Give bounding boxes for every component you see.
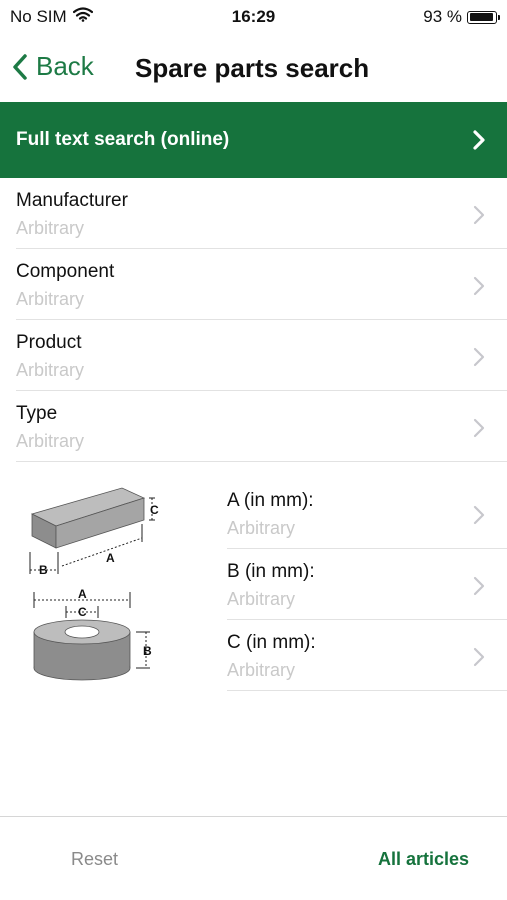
- dimension-row-c[interactable]: C (in mm): Arbitrary: [227, 620, 507, 691]
- filter-value: Arbitrary: [16, 431, 85, 451]
- filter-row-product[interactable]: Product Arbitrary: [16, 320, 507, 391]
- chevron-right-icon: [473, 276, 485, 296]
- dimension-label: A (in mm):: [227, 490, 314, 511]
- filter-value: Arbitrary: [16, 218, 85, 238]
- ring-label-c: C: [78, 605, 87, 619]
- dimension-value: Arbitrary: [227, 518, 296, 538]
- bottom-toolbar: Reset All articles: [0, 816, 507, 900]
- dimension-row-b[interactable]: B (in mm): Arbitrary: [227, 549, 507, 620]
- filter-row-component[interactable]: Component Arbitrary: [16, 249, 507, 320]
- filter-label: Type: [16, 403, 58, 424]
- status-right: 93 %: [423, 7, 500, 27]
- battery-icon: [467, 10, 500, 24]
- full-text-search-label: Full text search (online): [16, 129, 230, 150]
- navigation-bar: Back Spare parts search: [0, 34, 507, 102]
- reset-button[interactable]: Reset: [71, 849, 118, 870]
- filter-row-type[interactable]: Type Arbitrary: [16, 391, 507, 462]
- back-button[interactable]: Back: [12, 51, 94, 82]
- block-label-c: C: [150, 503, 159, 517]
- chevron-right-icon: [473, 418, 485, 438]
- chevron-right-icon: [473, 647, 485, 667]
- dimension-value: Arbitrary: [227, 589, 296, 609]
- chevron-right-icon: [473, 347, 485, 367]
- filter-label: Manufacturer: [16, 190, 128, 211]
- page-title: Spare parts search: [135, 53, 370, 83]
- chevron-right-icon: [473, 505, 485, 525]
- filter-value: Arbitrary: [16, 360, 85, 380]
- back-label: Back: [36, 51, 94, 81]
- ring-diagram: [33, 592, 150, 681]
- battery-tip: [498, 14, 500, 20]
- chevron-left-icon: [13, 53, 27, 80]
- dimension-row-a[interactable]: A (in mm): Arbitrary: [227, 478, 507, 549]
- filter-label: Component: [16, 261, 115, 282]
- dimension-illustration: C B A A C B: [29, 487, 159, 681]
- chevron-right-icon: [473, 576, 485, 596]
- ring-label-a: A: [78, 587, 87, 601]
- dimension-label: B (in mm):: [227, 561, 315, 582]
- battery-fill: [469, 13, 493, 21]
- dimension-value: Arbitrary: [227, 660, 296, 680]
- dimension-label: C (in mm):: [227, 632, 316, 653]
- status-bar: No SIM 16:29 93 %: [0, 0, 507, 34]
- full-text-search-button[interactable]: Full text search (online): [0, 102, 507, 178]
- filter-label: Product: [16, 332, 82, 353]
- block-diagram: [29, 487, 155, 574]
- block-label-a: A: [106, 551, 115, 565]
- chevron-right-icon: [473, 205, 485, 225]
- filter-value: Arbitrary: [16, 289, 85, 309]
- filter-row-manufacturer[interactable]: Manufacturer Arbitrary: [16, 178, 507, 249]
- battery-percent: 93 %: [423, 7, 462, 26]
- chevron-right-icon: [473, 130, 485, 150]
- ring-label-b: B: [143, 644, 152, 658]
- all-articles-button[interactable]: All articles: [378, 849, 469, 870]
- block-label-b: B: [39, 563, 48, 577]
